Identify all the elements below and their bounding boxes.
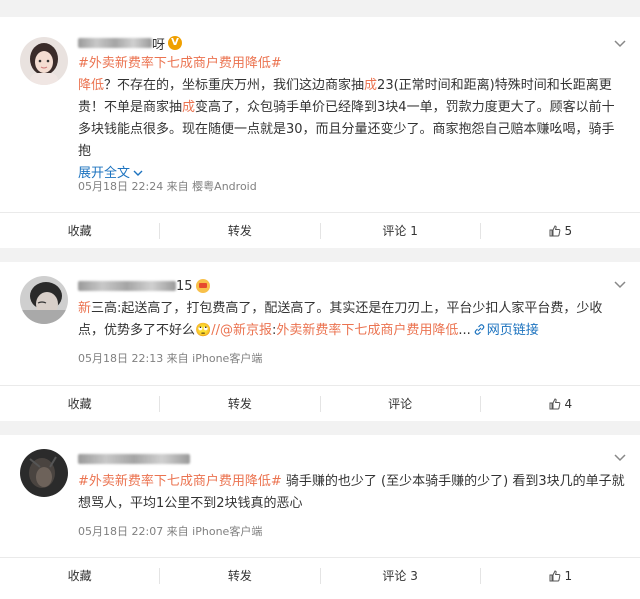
post-text: #外卖新费率下七成商户费用降低# 降低？不存在的，坐标重庆万州，我们这边商家抽成… — [78, 53, 626, 185]
verified-badge-icon: V — [168, 36, 183, 50]
post-card-1: 呀 V #外卖新费率下七成商户费用降低# 降低？不存在的，坐标重庆万州，我们这边… — [0, 17, 640, 248]
web-link[interactable]: 网页链接 — [487, 323, 539, 338]
post-meta: 05月18日 22:13 来自 iPhone客户端 — [78, 352, 263, 365]
thumbs-up-icon — [549, 569, 560, 581]
username-suffix: 呀 — [152, 37, 166, 53]
favorite-button[interactable]: 收藏 — [0, 568, 159, 584]
action-bar: 收藏 转发 评论 3 1 — [0, 557, 640, 593]
action-bar: 收藏 转发 评论 1 5 — [0, 212, 640, 248]
username[interactable] — [78, 451, 190, 467]
like-button[interactable]: 1 — [479, 567, 640, 584]
chevron-down-icon[interactable] — [614, 39, 626, 49]
repost-button[interactable]: 转发 — [159, 395, 319, 412]
repost-button[interactable]: 转发 — [159, 567, 319, 584]
repost-button[interactable]: 转发 — [159, 222, 319, 239]
comment-button[interactable]: 评论 3 — [319, 567, 480, 584]
favorite-button[interactable]: 收藏 — [0, 396, 159, 412]
highlight-text: 成 — [364, 78, 378, 93]
like-button[interactable]: 4 — [479, 395, 640, 412]
thumbs-up-icon — [549, 397, 560, 409]
highlight-text: 成 — [182, 100, 196, 115]
mention-link[interactable]: //@新京报 — [211, 323, 272, 338]
action-bar: 收藏 转发 评论 4 — [0, 385, 640, 421]
link-icon[interactable] — [473, 323, 486, 336]
post-card-2: 15 新三高:起送高了，打包费高了，配送高了。其实还是在刀刃上，平台少扣人家平台… — [0, 262, 640, 421]
post-meta: 05月18日 22:24 来自 樱粤Android — [78, 180, 257, 193]
topic-link[interactable]: 外卖新费率下七成商户费用降低 — [276, 323, 458, 338]
post-text: 新三高:起送高了，打包费高了，配送高了。其实还是在刀刃上，平台少扣人家平台费，少… — [78, 298, 626, 342]
chevron-down-icon[interactable] — [614, 280, 626, 290]
post-card-3: #外卖新费率下七成商户费用降低# 骑手赚的也少了 (至少本骑手赚的少了) 看到3… — [0, 435, 640, 599]
hashtag-link[interactable]: #外卖新费率下七成商户费用降低# — [78, 474, 282, 489]
favorite-button[interactable]: 收藏 — [0, 223, 159, 239]
chevron-down-icon[interactable] — [614, 453, 626, 463]
highlight-text: 新 — [78, 301, 92, 316]
avatar[interactable] — [20, 449, 68, 497]
like-count: 5 — [564, 223, 573, 238]
member-badge-icon — [195, 279, 210, 293]
avatar[interactable] — [20, 276, 68, 324]
post-meta: 05月18日 22:07 来自 iPhone客户端 — [78, 525, 263, 538]
thumbs-up-icon — [549, 224, 560, 236]
post-body: ... — [458, 323, 471, 338]
like-button[interactable]: 5 — [479, 222, 640, 239]
comment-button[interactable]: 评论 1 — [319, 222, 480, 239]
username[interactable]: 15 — [78, 278, 210, 294]
post-body: ？不存在的，坐标重庆万州，我们这边商家抽 — [104, 78, 365, 93]
emoji: 🙄 — [195, 323, 212, 338]
chevron-down-icon[interactable] — [133, 169, 143, 177]
highlight-text: 降低 — [78, 78, 105, 93]
post-text: #外卖新费率下七成商户费用降低# 骑手赚的也少了 (至少本骑手赚的少了) 看到3… — [78, 471, 626, 515]
like-count: 1 — [564, 568, 573, 583]
username-suffix: 15 — [176, 278, 193, 294]
hashtag-link[interactable]: #外卖新费率下七成商户费用降低# — [78, 56, 282, 71]
like-count: 4 — [564, 396, 573, 411]
avatar[interactable] — [20, 37, 68, 85]
username[interactable]: 呀 V — [78, 35, 183, 53]
comment-button[interactable]: 评论 — [319, 395, 480, 412]
